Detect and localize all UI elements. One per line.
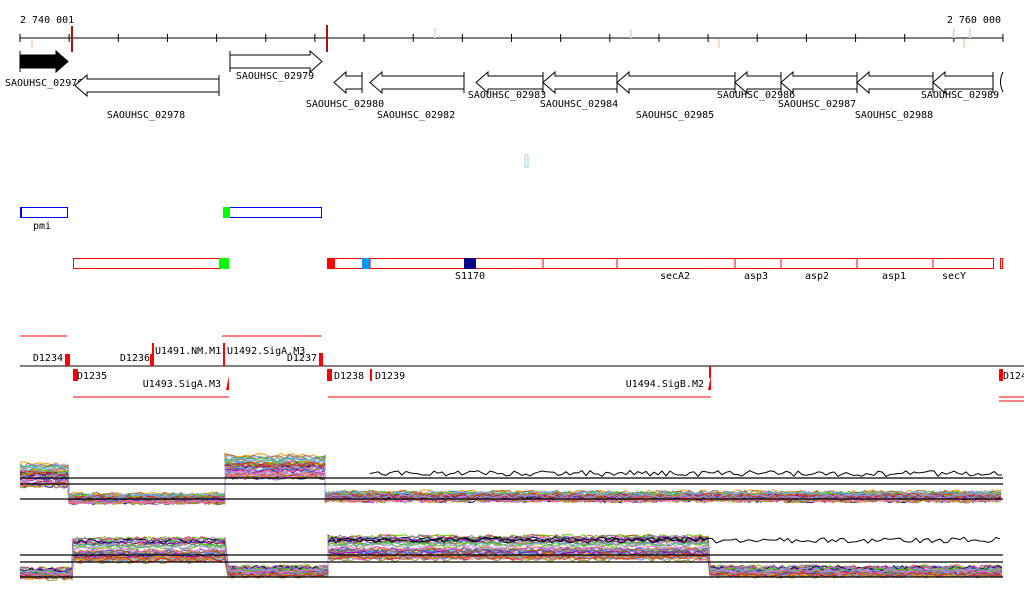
feature-marker xyxy=(223,207,230,218)
feature-marker xyxy=(327,258,335,269)
feature-operon[interactable] xyxy=(327,258,994,269)
feature-label: secA2 xyxy=(660,271,690,282)
gene-SAOUHSC_02979[interactable]: SAOUHSC_02979 xyxy=(229,49,323,82)
gene-arrow-icon[interactable] xyxy=(780,70,858,95)
feature-box[interactable] xyxy=(229,207,322,218)
feature-pmi[interactable] xyxy=(20,207,68,218)
transcript-label: D1239 xyxy=(375,371,405,382)
gene-label: SAOUHSC_02976 xyxy=(5,78,83,89)
gene-SAOUHSC_02976[interactable]: SAOUHSC_02976 xyxy=(5,49,83,89)
transcript-label: D1238 xyxy=(334,371,364,382)
gene-label: SAOUHSC_02979 xyxy=(236,71,314,82)
feature-label: secY xyxy=(942,271,966,282)
gene-label: SAOUHSC_02982 xyxy=(377,110,455,121)
scroll-marker[interactable] xyxy=(524,154,529,168)
feature-track: pmi S1170 secA2 asp3 asp2 asp1 secY xyxy=(20,207,1003,282)
ruler-end-label: 2 760 000 xyxy=(947,15,1001,26)
transcript-label: D1234 xyxy=(33,353,63,364)
expression-series-outlier xyxy=(369,469,1002,478)
tss-marker[interactable] xyxy=(223,343,225,366)
gene-arrow-icon[interactable] xyxy=(333,70,363,95)
feature-label: asp2 xyxy=(805,271,829,282)
feature-label: S1170 xyxy=(455,271,485,282)
tss-marker[interactable] xyxy=(152,343,154,366)
promoter-marker xyxy=(708,376,711,390)
coordinate-ruler: 2 740 001 2 760 000 xyxy=(19,15,1004,52)
feature-edge xyxy=(20,207,22,218)
feature-marker xyxy=(219,258,229,269)
tss-marker[interactable] xyxy=(319,353,323,366)
tss-marker[interactable] xyxy=(327,369,332,381)
expression-panel xyxy=(19,452,1003,506)
gene-SAOUHSC_02982[interactable]: SAOUHSC_02982 xyxy=(369,70,465,121)
transcript-label: D1236 xyxy=(120,353,150,364)
transcript-label: U1491.NM.M1 xyxy=(155,346,221,357)
feature-box[interactable] xyxy=(1000,258,1003,269)
gene-arrow-icon[interactable] xyxy=(369,70,465,95)
feature-label: pmi xyxy=(33,221,51,232)
tss-marker[interactable] xyxy=(370,369,372,381)
tss-marker[interactable] xyxy=(65,354,70,366)
feature-label: asp1 xyxy=(882,271,906,282)
transcript-label: U1493.SigA.M3 xyxy=(143,379,221,390)
gene-arrow-icon[interactable] xyxy=(19,49,69,74)
expression-plot xyxy=(19,452,1003,581)
feature-marker xyxy=(464,258,476,269)
tss-marker[interactable] xyxy=(709,366,711,378)
genome-browser: 2 740 001 2 760 000 SAOUHSC_02976SAOUHSC_… xyxy=(5,15,1024,581)
gene-label: SAOUHSC_02987 xyxy=(778,99,856,110)
feature-marker xyxy=(362,258,370,269)
promoter-marker xyxy=(226,376,229,390)
gene-arrow-icon[interactable] xyxy=(74,73,220,98)
feature-label: asp3 xyxy=(744,271,768,282)
gene-partial-icon xyxy=(1000,71,1004,93)
expression-panel xyxy=(19,533,1003,581)
gene-arrow-icon[interactable] xyxy=(229,49,323,74)
gene-SAOUHSC_02978[interactable]: SAOUHSC_02978 xyxy=(74,73,220,121)
gene-SAOUHSC_02980[interactable]: SAOUHSC_02980 xyxy=(306,70,384,110)
transcript-label: D124 xyxy=(1003,371,1024,382)
transcript-label: U1494.SigB.M2 xyxy=(626,379,704,390)
transcript-label: D1235 xyxy=(77,371,107,382)
ruler-start-label: 2 740 001 xyxy=(20,15,74,26)
gene-label: SAOUHSC_02989 xyxy=(921,90,999,101)
gene-label: SAOUHSC_02978 xyxy=(107,110,185,121)
gene-SAOUHSC_02983[interactable]: SAOUHSC_02983 xyxy=(468,70,546,101)
transcript-track: D1234D1235D1236U1491.NM.M1 U1492.SigA.M3D… xyxy=(20,335,1024,402)
gene-label: SAOUHSC_02988 xyxy=(855,110,933,121)
gene-arrow-icon[interactable] xyxy=(542,70,618,95)
gene-label: SAOUHSC_02985 xyxy=(636,110,714,121)
gene-label: SAOUHSC_02980 xyxy=(306,99,384,110)
gene-label: SAOUHSC_02983 xyxy=(468,90,546,101)
transcript-label: D1237 xyxy=(287,353,317,364)
gene-label: SAOUHSC_02984 xyxy=(540,99,618,110)
gene-track: SAOUHSC_02976 SAOUHSC_02978 SAOUHSC_02979 S… xyxy=(5,49,1004,121)
gene-SAOUHSC_02984[interactable]: SAOUHSC_02984 xyxy=(540,70,618,110)
feature-box[interactable] xyxy=(73,258,220,269)
